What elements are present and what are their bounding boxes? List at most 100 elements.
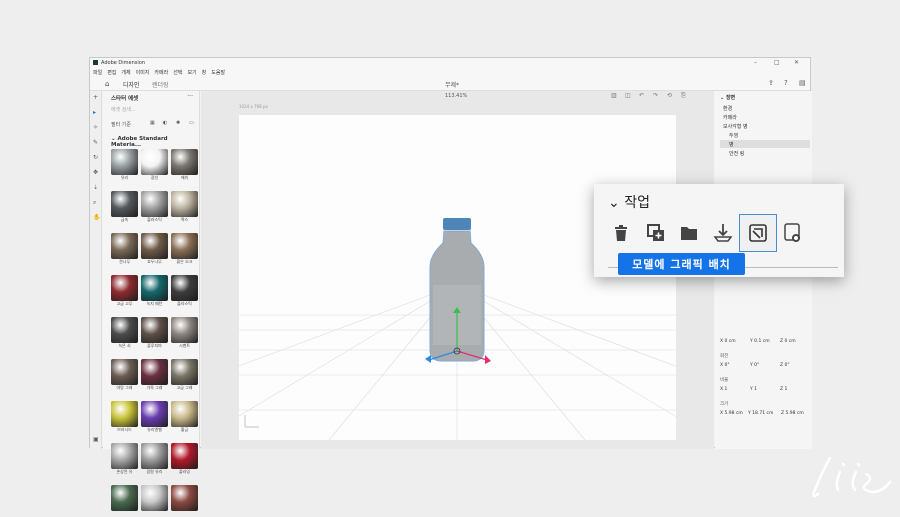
place-on-ground-icon[interactable] <box>711 221 735 245</box>
material-swatch[interactable] <box>111 485 138 517</box>
material-swatch[interactable]: 플루지마 <box>141 317 168 349</box>
material-swatch[interactable]: 플라스틱 <box>141 191 168 223</box>
home-icon[interactable]: ⌂ <box>105 80 109 88</box>
title-bar: Adobe Dimension – □ ✕ <box>90 58 810 68</box>
dolly-icon[interactable]: ⇣ <box>93 184 98 191</box>
export-icon[interactable]: ⎘ <box>681 92 686 100</box>
more-options-icon[interactable]: ··· <box>187 93 193 100</box>
menu-object[interactable]: 개체 <box>121 69 130 76</box>
material-swatch[interactable] <box>171 485 198 517</box>
material-swatch[interactable]: 호두나무 <box>141 233 168 265</box>
material-swatch[interactable]: 손상된 유 <box>111 443 138 475</box>
add-icon[interactable]: + <box>93 94 98 101</box>
zoom-icon[interactable]: ⌕ <box>93 199 96 207</box>
rotation-z[interactable]: Z 0° <box>780 363 790 368</box>
comment-icon[interactable]: ▤ <box>799 79 806 87</box>
magic-wand-icon[interactable]: ✧ <box>93 124 98 131</box>
assets-header[interactable]: 스타터 에셋 <box>111 94 138 102</box>
scale-z[interactable]: Z 1 <box>780 387 787 392</box>
scene-item-cap[interactable]: 두껑 <box>729 132 738 139</box>
material-swatch[interactable]: 광원 유리 <box>141 443 168 475</box>
filter-model-icon[interactable]: ▦ <box>150 120 155 126</box>
menu-image[interactable]: 이미지 <box>136 69 150 76</box>
scene-item-group[interactable]: 모사각형 병 <box>723 123 748 130</box>
select-tool-icon[interactable]: ▸ <box>93 109 96 116</box>
maximize-icon[interactable]: □ <box>774 59 780 66</box>
asset-search-input[interactable]: 에셋 검색... <box>111 106 136 113</box>
scene-item-bottle[interactable]: 병 <box>729 141 734 148</box>
redo-icon[interactable]: ↷ <box>653 92 658 99</box>
material-swatch[interactable]: 견나무 <box>111 233 138 265</box>
tab-render[interactable]: 렌더링 <box>152 80 169 89</box>
menu-file[interactable]: 파일 <box>93 69 102 76</box>
scale-x[interactable]: X 1 <box>720 387 727 392</box>
material-icon[interactable] <box>780 221 804 245</box>
filter-image-icon[interactable]: ▭ <box>189 120 194 126</box>
undo-icon[interactable]: ↶ <box>639 92 644 99</box>
menu-window[interactable]: 창 <box>202 69 207 76</box>
material-swatch[interactable]: 황금 <box>171 401 198 433</box>
position-y[interactable]: Y 0.1 cm <box>750 339 770 344</box>
share-icon[interactable]: ⇪ <box>768 79 774 87</box>
material-section-title[interactable]: ⌄ Adobe Standard Materia... <box>111 136 199 148</box>
axis-indicator <box>244 415 259 428</box>
material-preview <box>171 149 198 175</box>
material-swatch[interactable]: 야망 그래 <box>111 359 138 391</box>
close-icon[interactable]: ✕ <box>794 59 799 66</box>
reset-icon[interactable]: ⟲ <box>667 92 672 99</box>
material-swatch[interactable]: 붉은 오크 <box>171 233 198 265</box>
actions-title[interactable]: ⌄ 작업 <box>608 192 650 212</box>
scale-y[interactable]: Y 1 <box>750 387 757 392</box>
filter-light-icon[interactable]: ✺ <box>176 120 180 126</box>
library-icon[interactable]: ▣ <box>93 436 99 443</box>
material-swatch[interactable]: 금속 <box>111 191 138 223</box>
rotation-x[interactable]: X 0° <box>720 363 730 368</box>
material-swatch[interactable]: 가죽 그래 <box>141 359 168 391</box>
material-swatch[interactable]: 애쉬 <box>171 149 198 181</box>
place-graphic-icon[interactable] <box>739 214 777 252</box>
material-swatch[interactable]: 고급 그래 <box>171 359 198 391</box>
filter-material-icon[interactable]: ◐ <box>163 120 167 126</box>
sample-tool-icon[interactable]: ✎ <box>93 139 98 146</box>
menu-camera[interactable]: 카메라 <box>154 69 168 76</box>
orbit-icon[interactable]: ↻ <box>93 154 98 161</box>
scene-item-safety-ring[interactable]: 안전 링 <box>729 150 744 157</box>
menu-select[interactable]: 선택 <box>173 69 182 76</box>
position-x[interactable]: X 0 cm <box>720 339 736 344</box>
scene-item-environment[interactable]: 환경 <box>723 105 732 112</box>
hand-icon[interactable]: ✋ <box>93 214 100 221</box>
zoom-level[interactable]: 113.41% <box>445 93 467 99</box>
position-z[interactable]: Z 0 cm <box>780 339 796 344</box>
material-swatch[interactable]: 녹은 쇠 <box>111 317 138 349</box>
folder-icon[interactable] <box>677 221 701 245</box>
material-swatch[interactable]: 시멘트 <box>171 317 198 349</box>
size-x[interactable]: X 5.98 cm <box>720 411 743 416</box>
help-icon[interactable]: ? <box>784 79 788 87</box>
material-swatch[interactable]: 유리 <box>111 149 138 181</box>
minimize-icon[interactable]: – <box>754 59 757 66</box>
rotation-y[interactable]: Y 0° <box>750 363 759 368</box>
menu-help[interactable]: 도움말 <box>211 69 225 76</box>
duplicate-icon[interactable] <box>644 221 668 245</box>
menu-view[interactable]: 보기 <box>187 69 196 76</box>
material-swatch[interactable]: 브러시드 <box>111 401 138 433</box>
tab-design[interactable]: 디자인 <box>123 80 140 89</box>
trash-icon[interactable] <box>609 221 633 245</box>
material-swatch[interactable]: 고급 고무 <box>111 275 138 307</box>
camera-bookmark-icon[interactable]: ◫ <box>625 92 631 99</box>
material-swatch[interactable]: 광선 <box>141 149 168 181</box>
material-swatch[interactable]: 왁스 <box>171 191 198 223</box>
render-preview-icon[interactable]: ▥ <box>611 92 617 99</box>
scene-item-camera[interactable]: 카메라 <box>723 114 737 121</box>
size-z[interactable]: Z 5.98 cm <box>781 411 804 416</box>
material-swatch[interactable] <box>141 485 168 517</box>
size-y[interactable]: Y 18.71 cm <box>748 411 773 416</box>
material-swatch[interactable]: 플라잉 <box>171 443 198 475</box>
material-swatch[interactable]: 플라스틱 <box>171 275 198 307</box>
pan-icon[interactable]: ✥ <box>93 169 98 176</box>
material-swatch[interactable]: 녹지 패턴 <box>141 275 168 307</box>
scene-panel-title[interactable]: ⌄ 장면 <box>720 94 735 101</box>
scene-canvas[interactable] <box>239 115 676 440</box>
menu-edit[interactable]: 편집 <box>107 69 116 76</box>
material-swatch[interactable]: 유리엔벨 <box>141 401 168 433</box>
